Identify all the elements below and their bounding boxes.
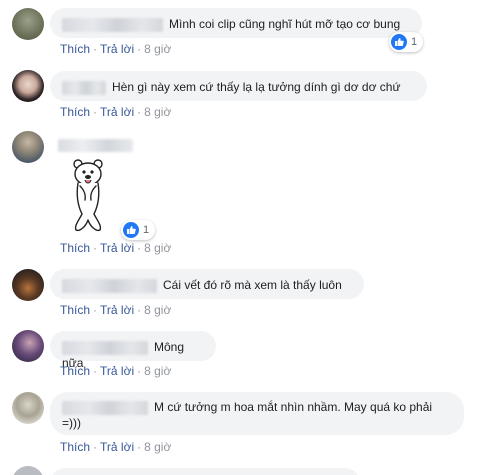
commenter-name[interactable] <box>62 400 148 415</box>
like-link[interactable]: Thích <box>60 440 90 454</box>
reply-link[interactable]: Trả lời <box>100 42 134 56</box>
avatar[interactable] <box>12 269 44 301</box>
comment-actions: Thích · Trả lời · 8 giờ <box>60 42 172 56</box>
avatar[interactable] <box>12 330 44 362</box>
avatar[interactable] <box>12 466 44 475</box>
comment-bubble: Cái vết đó rõ mà xem là thấy luôn <box>50 269 364 299</box>
commenter-name[interactable] <box>62 80 106 95</box>
like-reaction-icon <box>123 222 139 238</box>
commenter-name[interactable] <box>62 17 163 32</box>
commenter-name[interactable] <box>62 340 148 355</box>
comment-actions: Thích · Trả lời · 8 giờ <box>60 440 172 454</box>
like-reaction-icon <box>391 34 407 50</box>
comment-actions: Thích · Trả lời · 8 giờ <box>60 105 172 119</box>
timestamp[interactable]: 8 giờ <box>144 364 171 378</box>
avatar[interactable] <box>12 70 44 102</box>
comment-bubble <box>50 468 360 475</box>
like-link[interactable]: Thích <box>60 241 90 255</box>
timestamp[interactable]: 8 giờ <box>144 440 171 454</box>
like-link[interactable]: Thích <box>60 42 90 56</box>
reply-link[interactable]: Trả lời <box>100 105 134 119</box>
avatar[interactable] <box>12 8 44 40</box>
like-link[interactable]: Thích <box>60 105 90 119</box>
comment-bubble: M cứ tưởng m hoa mắt nhìn nhầm. May quá … <box>50 392 464 435</box>
comment-actions: Thích · Trả lời · 8 giờ <box>60 241 172 255</box>
reply-link[interactable]: Trả lời <box>100 364 134 378</box>
avatar[interactable] <box>12 392 44 424</box>
bear-sticker <box>64 156 120 234</box>
comment-actions: Thích · Trả lời · 8 giờ <box>60 364 172 378</box>
comment-text: Hèn gì này xem cứ thấy lạ lạ tưởng dính … <box>112 80 401 94</box>
timestamp[interactable]: 8 giờ <box>144 105 171 119</box>
reaction-count[interactable]: 1 <box>121 220 156 240</box>
comment-text: Cái vết đó rõ mà xem là thấy luôn <box>163 278 342 292</box>
comment-text: Mình coi clip cũng nghĩ hút mỡ tạo cơ bu… <box>169 17 401 31</box>
commenter-name[interactable] <box>58 139 133 152</box>
comment-7-partial <box>0 464 499 475</box>
timestamp[interactable]: 8 giờ <box>144 303 171 317</box>
comment-actions: Thích · Trả lời · 8 giờ <box>60 303 172 317</box>
commenter-name[interactable] <box>62 278 157 293</box>
comment-bubble: Mình coi clip cũng nghĩ hút mỡ tạo cơ bu… <box>50 8 422 38</box>
like-link[interactable]: Thích <box>60 364 90 378</box>
reply-link[interactable]: Trả lời <box>100 440 134 454</box>
reaction-number: 1 <box>411 36 418 48</box>
reply-link[interactable]: Trả lời <box>100 303 134 317</box>
timestamp[interactable]: 8 giờ <box>144 42 171 56</box>
reply-link[interactable]: Trả lời <box>100 241 134 255</box>
avatar[interactable] <box>12 131 44 163</box>
comment-bubble: Mông nữa <box>50 331 216 370</box>
timestamp[interactable]: 8 giờ <box>144 241 171 255</box>
like-link[interactable]: Thích <box>60 303 90 317</box>
comment-bubble: Hèn gì này xem cứ thấy lạ lạ tưởng dính … <box>50 71 427 101</box>
reaction-number: 1 <box>143 224 150 236</box>
reaction-count[interactable]: 1 <box>389 32 424 52</box>
